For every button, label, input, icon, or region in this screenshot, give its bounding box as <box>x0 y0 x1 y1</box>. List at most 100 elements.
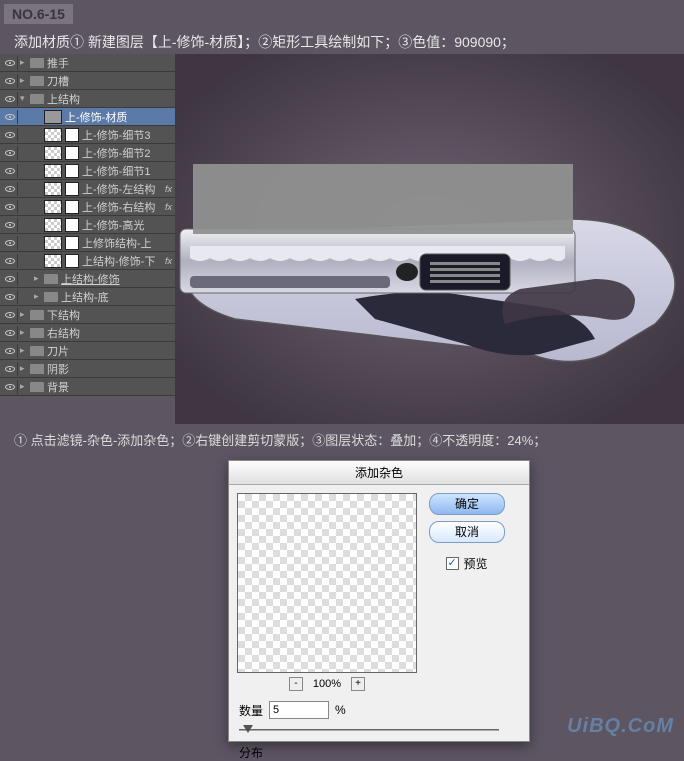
folder-icon <box>44 292 58 302</box>
visibility-toggle[interactable] <box>2 56 18 70</box>
eye-icon <box>5 204 15 210</box>
eye-icon <box>5 186 15 192</box>
layer-item[interactable]: 上-修饰-高光 <box>0 216 175 234</box>
visibility-toggle[interactable] <box>2 164 18 178</box>
visibility-toggle[interactable] <box>2 380 18 394</box>
chevron-right-icon[interactable]: ▸ <box>20 57 30 68</box>
chevron-right-icon[interactable]: ▸ <box>20 309 30 320</box>
layer-folder[interactable]: ▸ 阴影 <box>0 360 175 378</box>
layer-item[interactable]: 上结构-修饰-下fx <box>0 252 175 270</box>
eye-icon <box>5 240 15 246</box>
folder-icon <box>30 94 44 104</box>
layer-mask-thumbnail <box>65 146 79 160</box>
fx-badge[interactable]: fx <box>165 202 175 212</box>
amount-input[interactable] <box>269 701 329 719</box>
layer-label: 上-修饰-细节3 <box>82 127 175 143</box>
layer-label: 下结构 <box>47 307 175 323</box>
eye-icon <box>5 312 15 318</box>
layer-folder[interactable]: ▸刀片 <box>0 342 175 360</box>
visibility-toggle[interactable] <box>2 92 18 106</box>
layer-folder[interactable]: ▸ 右结构 <box>0 324 175 342</box>
eye-icon <box>5 330 15 336</box>
zoom-out-button[interactable]: - <box>289 677 303 691</box>
layer-folder[interactable]: ▸上结构-修饰 <box>0 270 175 288</box>
visibility-toggle[interactable] <box>2 110 18 124</box>
layer-label: 上修饰结构-上 <box>82 235 175 251</box>
visibility-toggle[interactable] <box>2 146 18 160</box>
visibility-toggle[interactable] <box>2 254 18 268</box>
layer-thumbnail <box>44 254 62 268</box>
layer-item[interactable]: 上-修饰-细节1 <box>0 162 175 180</box>
chevron-right-icon[interactable]: ▸ <box>20 345 30 356</box>
layer-item[interactable]: 上修饰结构-上 <box>0 234 175 252</box>
cancel-button[interactable]: 取消 <box>429 521 505 543</box>
layer-folder[interactable]: ▸ 刀槽 <box>0 72 175 90</box>
chevron-right-icon[interactable]: ▸ <box>20 75 30 86</box>
layer-thumbnail <box>44 200 62 214</box>
chevron-down-icon[interactable]: ▾ <box>20 93 30 104</box>
folder-icon <box>30 382 44 392</box>
layer-folder[interactable]: ▾上结构 <box>0 90 175 108</box>
layer-folder[interactable]: ▸ 推手 <box>0 54 175 72</box>
layer-mask-thumbnail <box>65 236 79 250</box>
layer-thumbnail <box>44 218 62 232</box>
layer-label: 推手 <box>47 55 175 71</box>
layer-mask-thumbnail <box>65 164 79 178</box>
material-rect-overlay <box>193 164 573 234</box>
eye-icon <box>5 78 15 84</box>
layer-item[interactable]: 上-修饰-细节3 <box>0 126 175 144</box>
folder-icon <box>30 364 44 374</box>
chevron-right-icon[interactable]: ▸ <box>20 363 30 374</box>
layer-item[interactable]: 上-修饰-左结构fx <box>0 180 175 198</box>
visibility-toggle[interactable] <box>2 200 18 214</box>
layer-label: 上结构-底 <box>61 289 175 305</box>
visibility-toggle[interactable] <box>2 362 18 376</box>
ok-button[interactable]: 确定 <box>429 493 505 515</box>
chevron-right-icon[interactable]: ▸ <box>20 327 30 338</box>
slider-thumb-icon[interactable] <box>243 725 253 733</box>
layer-folder[interactable]: ▸ 上结构-底 <box>0 288 175 306</box>
amount-unit: % <box>335 703 346 717</box>
visibility-toggle[interactable] <box>2 344 18 358</box>
visibility-toggle[interactable] <box>2 290 18 304</box>
layer-label: 阴影 <box>47 361 175 377</box>
visibility-toggle[interactable] <box>2 272 18 286</box>
layer-thumbnail <box>44 128 62 142</box>
layer-item[interactable]: 上-修饰-材质 <box>0 108 175 126</box>
eye-icon <box>5 132 15 138</box>
chevron-right-icon[interactable]: ▸ <box>34 291 44 302</box>
layer-label: 上结构-修饰-下 <box>82 253 165 269</box>
fx-badge[interactable]: fx <box>165 256 175 266</box>
visibility-toggle[interactable] <box>2 128 18 142</box>
folder-icon <box>30 76 44 86</box>
layer-label: 上-修饰-材质 <box>65 109 175 125</box>
eye-icon <box>5 384 15 390</box>
layer-mask-thumbnail <box>65 200 79 214</box>
layer-folder[interactable]: ▸ 下结构 <box>0 306 175 324</box>
eye-icon <box>5 366 15 372</box>
watermark: UiBQ.CoM <box>567 715 674 738</box>
layer-item[interactable]: 上-修饰-右结构fx <box>0 198 175 216</box>
eye-icon <box>5 348 15 354</box>
layer-label: 刀槽 <box>47 73 175 89</box>
chevron-right-icon[interactable]: ▸ <box>34 273 44 284</box>
visibility-toggle[interactable] <box>2 74 18 88</box>
amount-label: 数量 <box>239 702 263 719</box>
fx-badge[interactable]: fx <box>165 184 175 194</box>
layer-folder[interactable]: ▸背景 <box>0 378 175 396</box>
layer-label: 右结构 <box>47 325 175 341</box>
visibility-toggle[interactable] <box>2 326 18 340</box>
amount-slider[interactable] <box>239 729 499 733</box>
visibility-toggle[interactable] <box>2 218 18 232</box>
instruction-line-1: 添加材质① 新建图层【上-修饰-材质】；②矩形工具绘制如下；③色值：909090… <box>14 32 515 52</box>
zoom-in-button[interactable]: + <box>351 677 365 691</box>
folder-icon <box>44 274 58 284</box>
layer-mask-thumbnail <box>65 218 79 232</box>
instruction-line-2: ① 点击滤镜-杂色-添加杂色；②右键创建剪切蒙版；③图层状态：叠加；④不透明度：… <box>14 430 546 449</box>
visibility-toggle[interactable] <box>2 308 18 322</box>
layer-item[interactable]: 上-修饰-细节2 <box>0 144 175 162</box>
preview-checkbox[interactable] <box>446 557 459 570</box>
chevron-right-icon[interactable]: ▸ <box>20 381 30 392</box>
visibility-toggle[interactable] <box>2 182 18 196</box>
visibility-toggle[interactable] <box>2 236 18 250</box>
